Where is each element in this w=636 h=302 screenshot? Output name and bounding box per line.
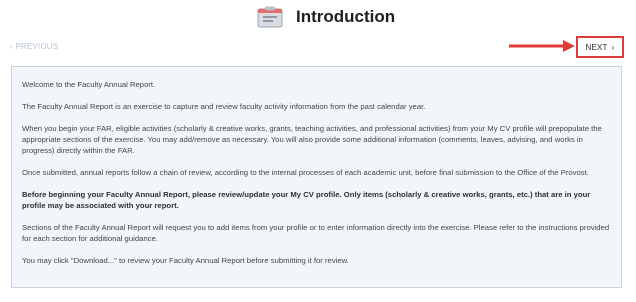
intro-prepopulate: When you begin your FAR, eligible activi…: [22, 124, 602, 155]
intro-review-chain: Once submitted, annual reports follow a …: [22, 168, 589, 177]
intro-purpose: The Faculty Annual Report is an exercise…: [22, 102, 426, 111]
page-header: Introduction: [0, 0, 636, 34]
previous-button[interactable]: ‹ PREVIOUS: [10, 42, 58, 51]
intro-welcome: Welcome to the Faculty Annual Report.: [22, 80, 156, 89]
chevron-right-icon: ›: [611, 42, 615, 52]
intro-panel: Welcome to the Faculty Annual Report. Th…: [11, 66, 622, 288]
previous-label: PREVIOUS: [15, 42, 59, 51]
intro-download: You may click "Download..." to review yo…: [22, 256, 349, 265]
chevron-left-icon: ‹: [10, 42, 13, 51]
next-button[interactable]: NEXT ›: [578, 38, 622, 56]
next-label: NEXT: [585, 42, 608, 52]
intro-sections: Sections of the Faculty Annual Report wi…: [22, 223, 610, 243]
intro-profile-notice: Before beginning your Faculty Annual Rep…: [22, 190, 591, 210]
report-icon: [257, 6, 283, 28]
page-title: Introduction: [296, 7, 396, 26]
arrow-annotation-icon: [509, 40, 575, 52]
next-highlight-box: NEXT ›: [576, 36, 624, 58]
